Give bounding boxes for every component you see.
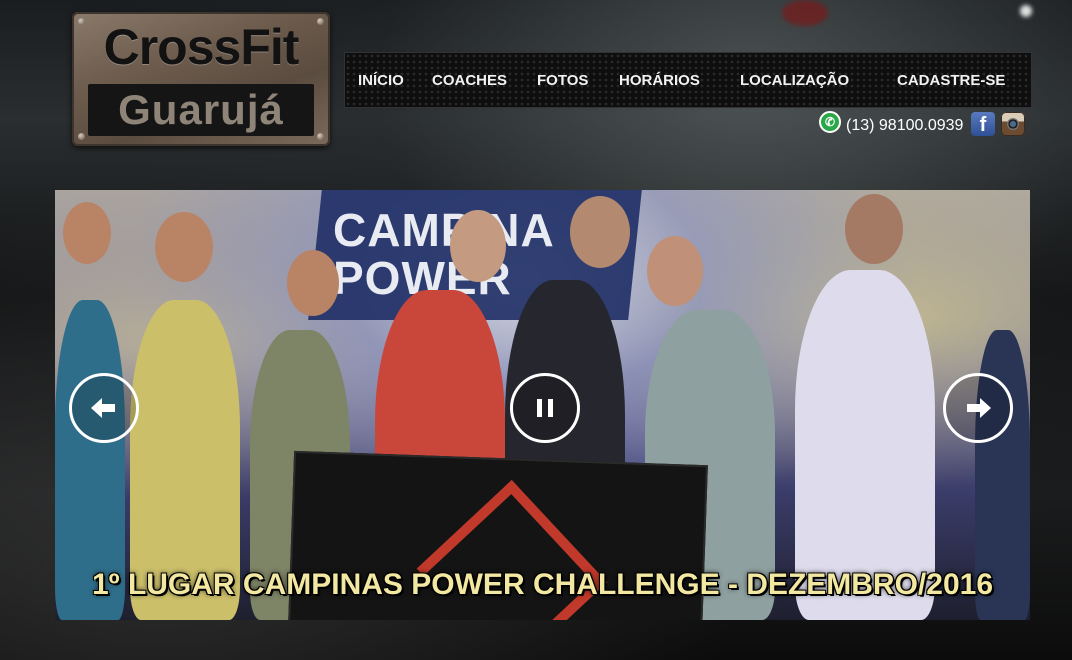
- whatsapp-icon[interactable]: ✆: [819, 111, 841, 133]
- nav-item-fotos[interactable]: FOTOS: [537, 72, 588, 89]
- rivet-icon: [317, 133, 324, 140]
- instagram-icon[interactable]: [1001, 112, 1025, 136]
- logo-subtitle-bar: Guarujá: [88, 84, 314, 136]
- phone-number: (13) 98100.0939: [846, 117, 964, 134]
- arrow-left-icon: [91, 398, 115, 418]
- background-light: [782, 0, 828, 26]
- main-nav: INÍCIO COACHES FOTOS HORÁRIOS LOCALIZAÇÃ…: [344, 52, 1032, 108]
- pause-icon: [537, 399, 553, 417]
- nav-item-inicio[interactable]: INÍCIO: [358, 72, 404, 89]
- logo-title: CrossFit: [103, 19, 300, 75]
- logo-subtitle: Guarujá: [118, 86, 284, 133]
- pause-slideshow-button[interactable]: [510, 373, 580, 443]
- image-slider: CAMPINA POWER 1º LUGAR CAMPINAS POWER CH…: [55, 190, 1030, 620]
- next-slide-button[interactable]: [943, 373, 1013, 443]
- photo-banner-text: CAMPINA POWER: [333, 204, 555, 304]
- nav-item-coaches[interactable]: COACHES: [432, 72, 507, 89]
- nav-item-cadastre-se[interactable]: CADASTRE-SE: [897, 72, 1005, 89]
- slide-caption: 1º LUGAR CAMPINAS POWER CHALLENGE - DEZE…: [91, 568, 994, 601]
- background-light: [1020, 5, 1032, 17]
- camera-lens-icon: [1007, 118, 1019, 130]
- prev-slide-button[interactable]: [69, 373, 139, 443]
- crossfit-guaruja-logo[interactable]: CrossFit Guarujá: [72, 12, 330, 146]
- nav-item-horarios[interactable]: HORÁRIOS: [619, 72, 700, 89]
- rivet-icon: [78, 133, 85, 140]
- arrow-right-icon: [967, 398, 991, 418]
- nav-item-localizacao[interactable]: LOCALIZAÇÃO: [740, 72, 849, 89]
- facebook-icon[interactable]: f: [971, 112, 995, 136]
